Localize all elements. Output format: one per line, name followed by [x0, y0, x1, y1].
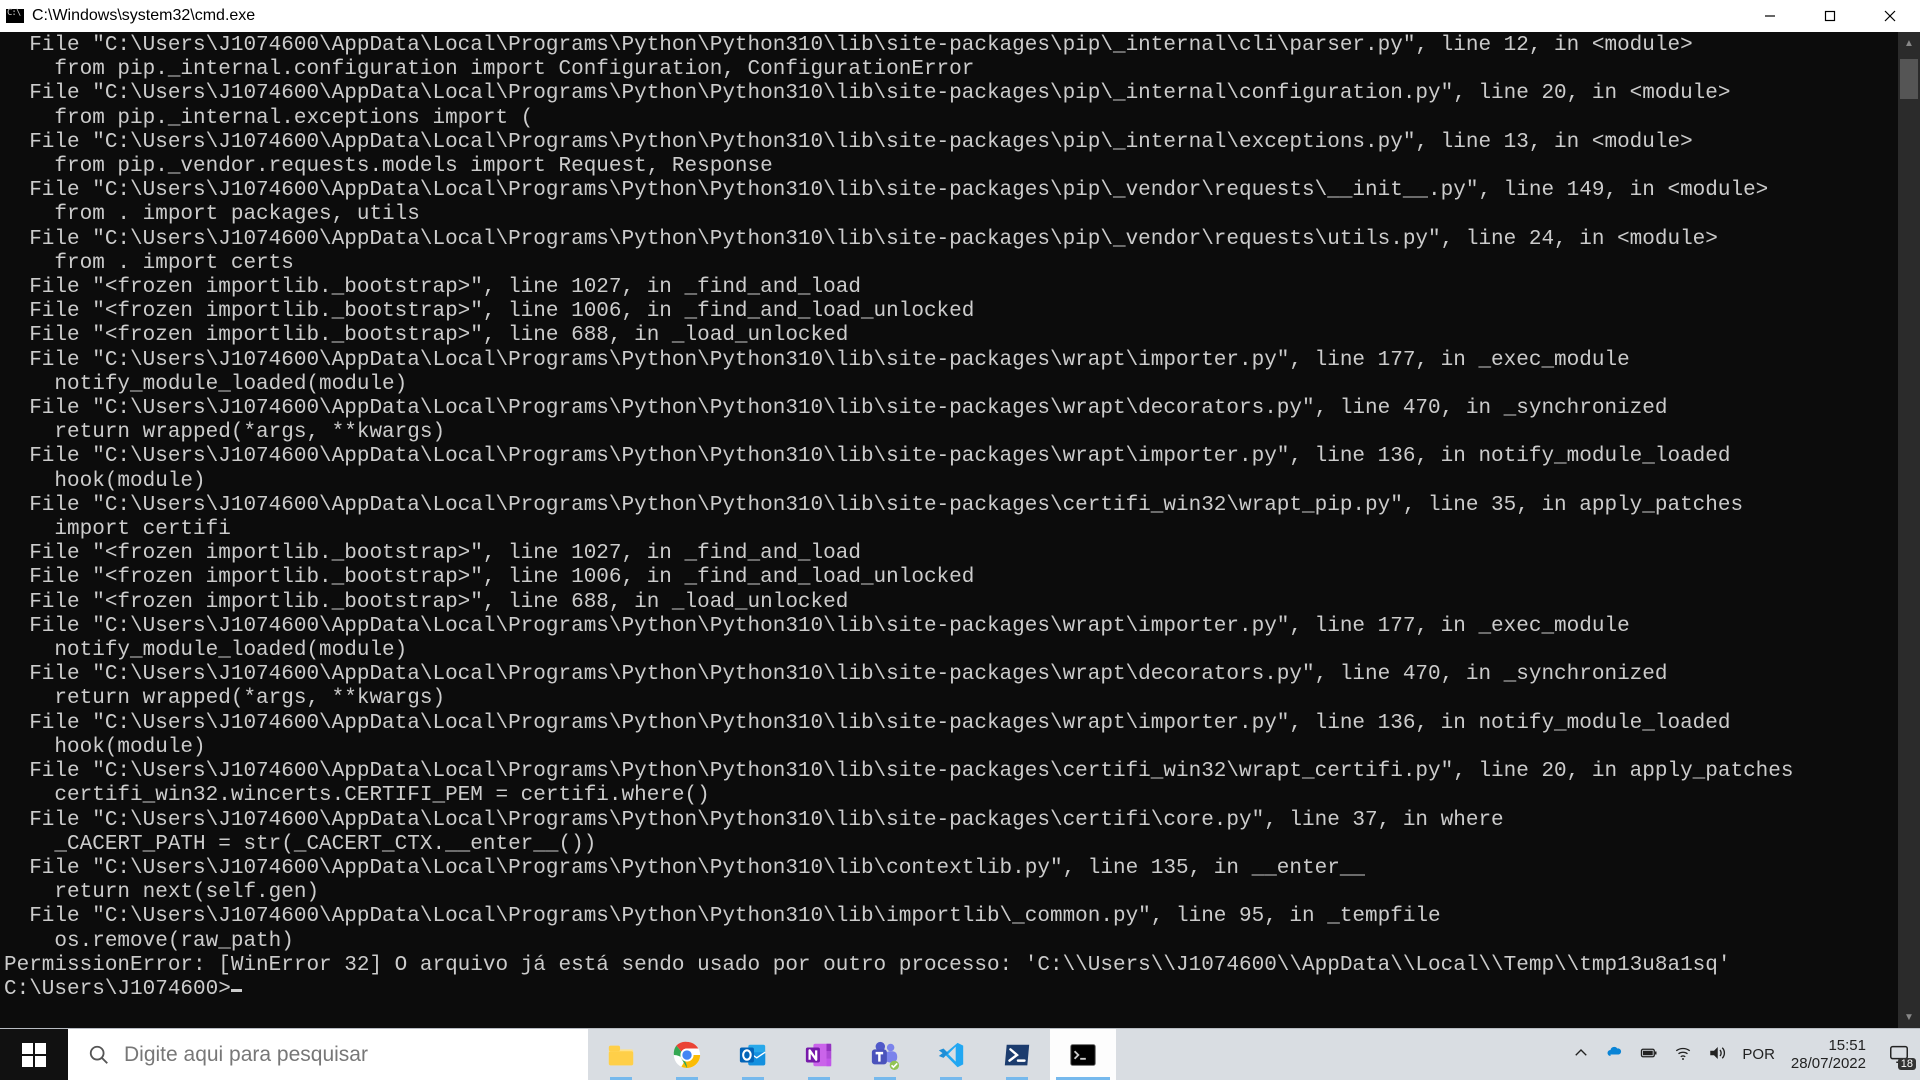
- terminal-line: return next(self.gen): [4, 881, 1898, 905]
- outlook-icon: [736, 1038, 770, 1072]
- taskbar: Digite aqui para pesquisar POR 15:51 28/…: [0, 1028, 1920, 1080]
- terminal-line: File "<frozen importlib._bootstrap>", li…: [4, 324, 1898, 348]
- scroll-up-button[interactable]: ▲: [1898, 32, 1920, 54]
- notifications-button[interactable]: 18: [1888, 1043, 1912, 1067]
- terminal-line: os.remove(raw_path): [4, 930, 1898, 954]
- volume-icon[interactable]: [1708, 1044, 1726, 1066]
- terminal-line: C:\Users\J1074600>: [4, 978, 1898, 1002]
- terminal-line: hook(module): [4, 470, 1898, 494]
- cursor: [231, 989, 242, 992]
- scrollbar[interactable]: ▲ ▼: [1898, 32, 1920, 1028]
- taskbar-app-chrome[interactable]: [654, 1029, 720, 1080]
- terminal-line: File "C:\Users\J1074600\AppData\Local\Pr…: [4, 82, 1898, 106]
- terminal-line: PermissionError: [WinError 32] O arquivo…: [4, 954, 1898, 978]
- powershell-icon: [1000, 1038, 1034, 1072]
- search-placeholder: Digite aqui para pesquisar: [124, 1043, 368, 1067]
- terminal-line: File "C:\Users\J1074600\AppData\Local\Pr…: [4, 663, 1898, 687]
- wifi-icon[interactable]: [1674, 1044, 1692, 1066]
- terminal-line: return wrapped(*args, **kwargs): [4, 421, 1898, 445]
- terminal-line: from pip._internal.exceptions import (: [4, 107, 1898, 131]
- terminal-line: from . import certs: [4, 252, 1898, 276]
- terminal-line: File "C:\Users\J1074600\AppData\Local\Pr…: [4, 228, 1898, 252]
- clock[interactable]: 15:51 28/07/2022: [1791, 1037, 1872, 1073]
- taskbar-app-file-explorer[interactable]: [588, 1029, 654, 1080]
- terminal-line: certifi_win32.wincerts.CERTIFI_PEM = cer…: [4, 784, 1898, 808]
- terminal-line: File "<frozen importlib._bootstrap>", li…: [4, 300, 1898, 324]
- maximize-button[interactable]: [1800, 0, 1860, 32]
- terminal-line: notify_module_loaded(module): [4, 639, 1898, 663]
- language-indicator[interactable]: POR: [1742, 1046, 1775, 1063]
- terminal-line: File "C:\Users\J1074600\AppData\Local\Pr…: [4, 397, 1898, 421]
- terminal-line: File "C:\Users\J1074600\AppData\Local\Pr…: [4, 712, 1898, 736]
- terminal-line: _CACERT_PATH = str(_CACERT_CTX.__enter__…: [4, 833, 1898, 857]
- start-button[interactable]: [0, 1029, 68, 1080]
- terminal-line: File "C:\Users\J1074600\AppData\Local\Pr…: [4, 179, 1898, 203]
- terminal-line: File "C:\Users\J1074600\AppData\Local\Pr…: [4, 445, 1898, 469]
- terminal-line: return wrapped(*args, **kwargs): [4, 687, 1898, 711]
- terminal-line: File "C:\Users\J1074600\AppData\Local\Pr…: [4, 857, 1898, 881]
- notification-badge: 18: [1898, 1058, 1916, 1070]
- terminal-line: File "<frozen importlib._bootstrap>", li…: [4, 276, 1898, 300]
- taskbar-app-vscode[interactable]: [918, 1029, 984, 1080]
- terminal-line: from pip._internal.configuration import …: [4, 58, 1898, 82]
- terminal-area[interactable]: File "C:\Users\J1074600\AppData\Local\Pr…: [0, 32, 1920, 1028]
- windows-icon: [22, 1043, 46, 1067]
- terminal-line: File "<frozen importlib._bootstrap>", li…: [4, 566, 1898, 590]
- scroll-thumb[interactable]: [1900, 59, 1918, 99]
- window-title: C:\Windows\system32\cmd.exe: [32, 7, 255, 25]
- cmd-icon: [1066, 1038, 1100, 1072]
- chrome-icon: [670, 1038, 704, 1072]
- terminal-line: File "C:\Users\J1074600\AppData\Local\Pr…: [4, 760, 1898, 784]
- clock-time: 15:51: [1791, 1037, 1866, 1055]
- terminal-line: notify_module_loaded(module): [4, 373, 1898, 397]
- terminal-line: File "<frozen importlib._bootstrap>", li…: [4, 591, 1898, 615]
- terminal-line: File "C:\Users\J1074600\AppData\Local\Pr…: [4, 809, 1898, 833]
- scroll-track[interactable]: [1898, 54, 1920, 1006]
- clock-date: 28/07/2022: [1791, 1055, 1866, 1073]
- terminal-line: File "C:\Users\J1074600\AppData\Local\Pr…: [4, 494, 1898, 518]
- vscode-icon: [934, 1038, 968, 1072]
- taskbar-app-onenote[interactable]: [786, 1029, 852, 1080]
- minimize-button[interactable]: [1740, 0, 1800, 32]
- close-button[interactable]: [1860, 0, 1920, 32]
- terminal-output[interactable]: File "C:\Users\J1074600\AppData\Local\Pr…: [0, 32, 1898, 1028]
- taskbar-app-outlook[interactable]: [720, 1029, 786, 1080]
- terminal-line: File "C:\Users\J1074600\AppData\Local\Pr…: [4, 34, 1898, 58]
- file-explorer-icon: [604, 1038, 638, 1072]
- terminal-line: File "C:\Users\J1074600\AppData\Local\Pr…: [4, 905, 1898, 929]
- terminal-line: import certifi: [4, 518, 1898, 542]
- terminal-line: File "C:\Users\J1074600\AppData\Local\Pr…: [4, 349, 1898, 373]
- teams-icon: [868, 1038, 902, 1072]
- search-icon: [88, 1044, 110, 1066]
- taskbar-app-powershell[interactable]: [984, 1029, 1050, 1080]
- terminal-line: hook(module): [4, 736, 1898, 760]
- terminal-line: from . import packages, utils: [4, 203, 1898, 227]
- onenote-icon: [802, 1038, 836, 1072]
- terminal-line: File "<frozen importlib._bootstrap>", li…: [4, 542, 1898, 566]
- terminal-line: File "C:\Users\J1074600\AppData\Local\Pr…: [4, 131, 1898, 155]
- battery-icon[interactable]: [1640, 1044, 1658, 1066]
- cmd-icon: [6, 9, 24, 23]
- taskbar-app-teams[interactable]: [852, 1029, 918, 1080]
- scroll-down-button[interactable]: ▼: [1898, 1006, 1920, 1028]
- taskbar-search[interactable]: Digite aqui para pesquisar: [68, 1029, 588, 1080]
- terminal-line: File "C:\Users\J1074600\AppData\Local\Pr…: [4, 615, 1898, 639]
- taskbar-apps: [588, 1029, 1116, 1080]
- tray-chevron-up-icon[interactable]: [1572, 1044, 1590, 1066]
- window-titlebar: C:\Windows\system32\cmd.exe: [0, 0, 1920, 32]
- terminal-line: from pip._vendor.requests.models import …: [4, 155, 1898, 179]
- onedrive-icon[interactable]: [1606, 1044, 1624, 1066]
- system-tray: POR 15:51 28/07/2022 18: [1572, 1029, 1920, 1080]
- taskbar-app-cmd[interactable]: [1050, 1029, 1116, 1080]
